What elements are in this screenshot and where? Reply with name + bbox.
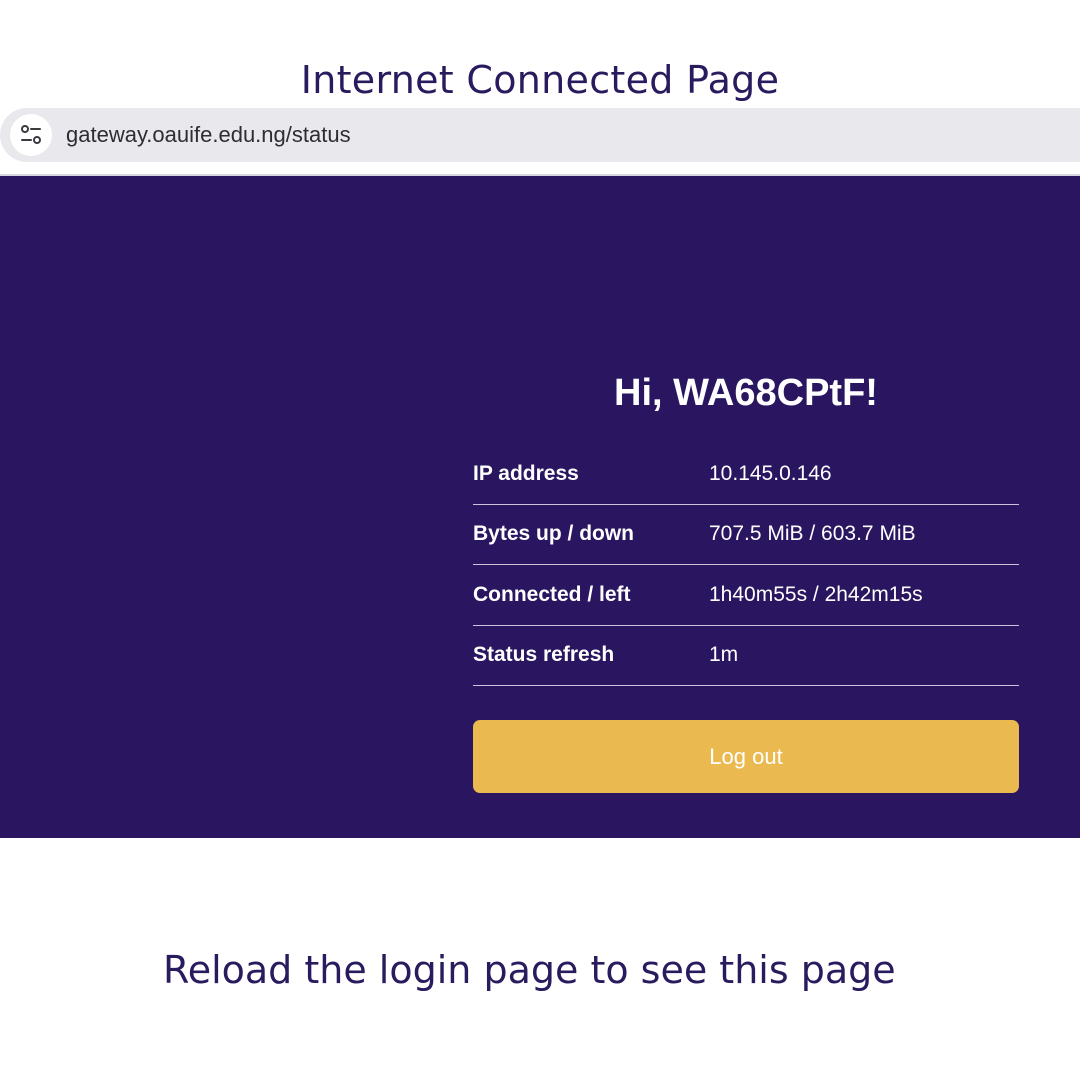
table-row: Connected / left 1h40m55s / 2h42m15s xyxy=(473,565,1019,626)
tune-icon[interactable] xyxy=(10,114,52,156)
row-label: Bytes up / down xyxy=(473,522,635,546)
address-bar[interactable]: gateway.oauife.edu.ng/status xyxy=(0,108,1080,162)
row-label: Connected / left xyxy=(473,582,631,606)
status-panel: Hi, WA68CPtF! IP address 10.145.0.146 By… xyxy=(0,174,1080,838)
row-value: 1h40m55s / 2h42m15s xyxy=(709,582,923,606)
table-row: Bytes up / down 707.5 MiB / 603.7 MiB xyxy=(473,505,1019,565)
tune-icon-glyph xyxy=(21,125,41,144)
caption: Reload the login page to see this page xyxy=(163,948,896,992)
page-title: Internet Connected Page xyxy=(300,58,780,102)
row-value: 707.5 MiB / 603.7 MiB xyxy=(709,522,916,546)
table-row: Status refresh 1m xyxy=(473,626,1019,686)
logout-button[interactable]: Log out xyxy=(473,720,1019,793)
row-value: 10.145.0.146 xyxy=(709,461,832,485)
row-label: IP address xyxy=(473,461,579,485)
row-label: Status refresh xyxy=(473,643,615,667)
row-value: 1m xyxy=(709,643,739,667)
table-row: IP address 10.145.0.146 xyxy=(473,444,1019,505)
url-text[interactable]: gateway.oauife.edu.ng/status xyxy=(66,108,351,162)
greeting: Hi, WA68CPtF! xyxy=(614,372,878,414)
status-table: IP address 10.145.0.146 Bytes up / down … xyxy=(473,444,1019,686)
